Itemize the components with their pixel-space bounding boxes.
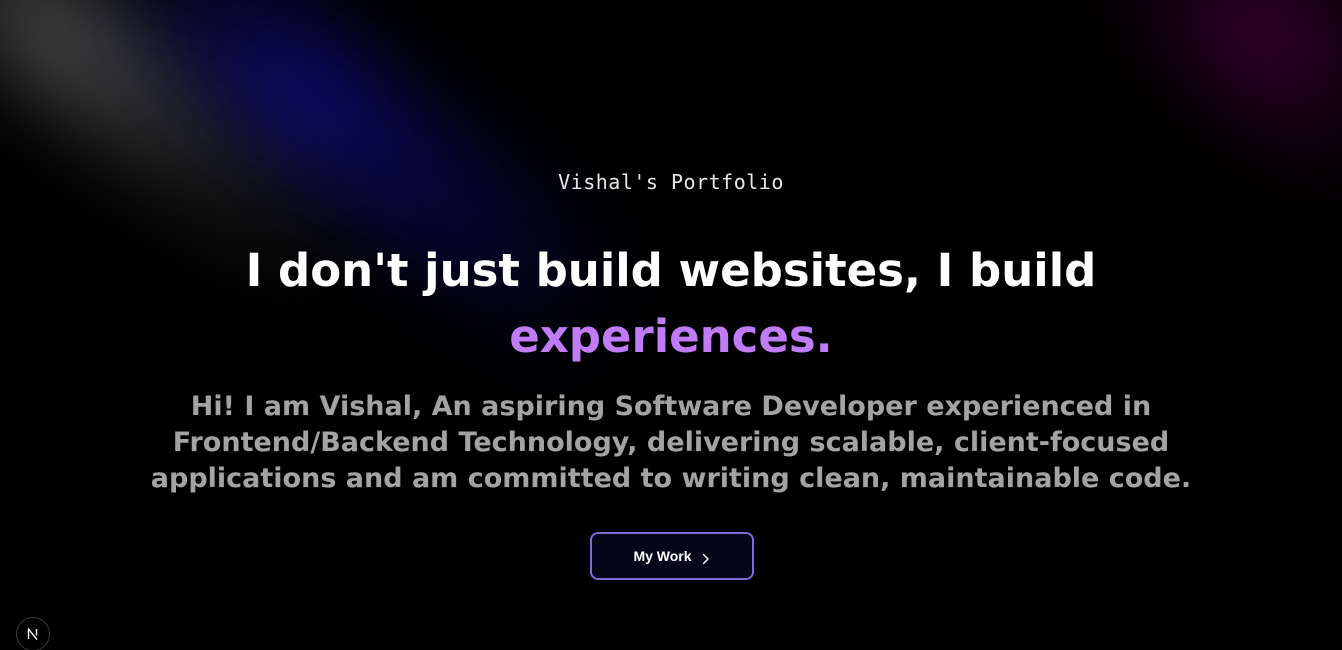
magenta-light-beam (1100, 0, 1342, 181)
my-work-button[interactable]: My Work (590, 532, 754, 580)
headline-main-text: I don't just build websites, I build (245, 244, 1097, 297)
nextjs-logo-icon[interactable] (16, 617, 50, 650)
intro-paragraph: Hi! I am Vishal, An aspiring Software De… (150, 391, 1192, 494)
chevron-right-icon (701, 550, 711, 565)
my-work-button-label: My Work (633, 548, 692, 564)
headline-accent-text: experiences. (509, 310, 833, 363)
hero-headline: I don't just build websites, I build exp… (0, 238, 1342, 370)
portfolio-subtitle: Vishal's Portfolio (558, 170, 784, 194)
